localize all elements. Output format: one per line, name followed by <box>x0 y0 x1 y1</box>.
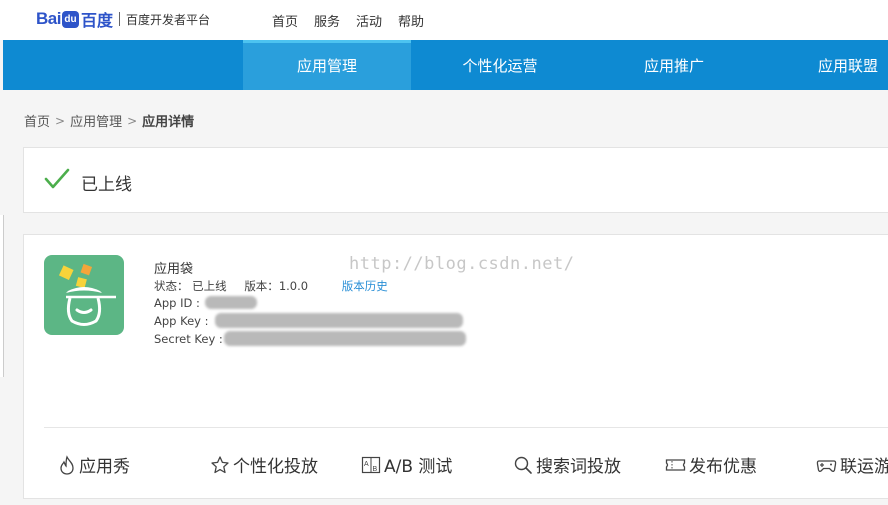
status-value: 已上线 <box>192 279 227 293</box>
logo-latin: Bai <box>36 9 61 28</box>
feature-label: 个性化投放 <box>233 457 318 477</box>
ab-test-icon: A B <box>361 456 381 473</box>
app-icon <box>44 255 124 335</box>
secret-key-line: Secret Key : <box>154 332 223 346</box>
top-nav-home[interactable]: 首页 <box>272 11 298 30</box>
svg-text:B: B <box>373 466 378 473</box>
watermark-text: http://blog.csdn.net/ <box>349 254 575 274</box>
breadcrumb-home[interactable]: 首页 <box>24 111 50 130</box>
tab-app-management[interactable]: 应用管理 <box>243 40 411 90</box>
redacted-app-key <box>215 313 463 328</box>
top-nav: 首页 服务 活动 帮助 <box>272 11 440 30</box>
status-card: 已上线 <box>23 147 888 213</box>
search-icon <box>514 456 532 474</box>
app-key-label: App Key : <box>154 314 209 328</box>
logo-divider <box>118 12 120 26</box>
feature-bar: 应用秀 个性化投放 A B A/B 测试 搜索词投放 发布优惠 联运游 <box>24 452 888 482</box>
feature-label: A/B 测试 <box>384 457 453 477</box>
version-value: 1.0.0 <box>278 279 309 293</box>
star-icon <box>211 455 229 473</box>
app-name: 应用袋 <box>154 262 194 277</box>
chevron-right-icon: > <box>127 113 138 128</box>
platform-name: 百度开发者平台 <box>125 12 210 27</box>
status-version-line: 状态： 已上线 版本：1.0.0 版本历史 <box>154 278 388 294</box>
status-label: 状态： <box>154 279 189 293</box>
chevron-right-icon: > <box>55 113 66 128</box>
baidu-logo[interactable]: Bai du 百度 百度开发者平台 <box>36 8 210 30</box>
paw-icon: du <box>61 10 79 28</box>
breadcrumb: 首页 > 应用管理 > 应用详情 <box>24 111 195 131</box>
feature-personalized-delivery[interactable]: 个性化投放 <box>210 452 318 477</box>
gamepad-icon <box>816 459 837 472</box>
version-history-link[interactable]: 版本历史 <box>342 279 388 293</box>
feature-label: 发布优惠 <box>689 457 757 477</box>
main-nav: 应用管理 个性化运营 应用推广 应用联盟 <box>3 40 888 90</box>
left-edge-panel <box>0 215 4 377</box>
app-id-line: App ID : <box>154 296 200 310</box>
app-detail-card: 应用袋 状态： 已上线 版本：1.0.0 版本历史 App ID : App K… <box>23 234 888 499</box>
feature-publish-coupon[interactable]: 发布优惠 <box>665 452 757 477</box>
app-id-label: App ID : <box>154 296 200 310</box>
feature-joint-games[interactable]: 联运游 <box>816 452 888 477</box>
logo-cn: 百度 <box>80 11 113 30</box>
redacted-secret-key <box>224 331 466 346</box>
secret-key-label: Secret Key : <box>154 332 223 346</box>
app-key-line: App Key : <box>154 314 209 328</box>
top-nav-events[interactable]: 活动 <box>356 11 382 30</box>
top-bar: Bai du 百度 百度开发者平台 首页 服务 活动 帮助 <box>0 0 888 40</box>
feature-search-keyword[interactable]: 搜索词投放 <box>513 452 621 477</box>
top-nav-services[interactable]: 服务 <box>314 11 340 30</box>
tab-personalized-ops[interactable]: 个性化运营 <box>415 40 585 90</box>
top-nav-help[interactable]: 帮助 <box>398 11 424 30</box>
tab-app-promotion[interactable]: 应用推广 <box>589 40 759 90</box>
tab-app-alliance[interactable]: 应用联盟 <box>763 40 888 90</box>
status-text: 已上线 <box>81 175 132 195</box>
breadcrumb-current: 应用详情 <box>142 115 195 130</box>
version-label: 版本： <box>244 279 279 293</box>
divider <box>44 427 888 428</box>
feature-label: 搜索词投放 <box>536 457 621 477</box>
feature-app-show[interactable]: 应用秀 <box>58 452 130 477</box>
bag-icon <box>58 263 116 326</box>
feature-label: 应用秀 <box>79 457 130 477</box>
feature-label: 联运游 <box>840 457 888 477</box>
breadcrumb-app-management[interactable]: 应用管理 <box>70 111 122 130</box>
svg-text:A: A <box>364 461 369 468</box>
ticket-icon <box>665 458 686 471</box>
check-icon <box>44 168 70 189</box>
flame-icon <box>60 454 74 475</box>
feature-ab-test[interactable]: A B A/B 测试 <box>361 452 452 477</box>
redacted-app-id <box>205 296 257 309</box>
